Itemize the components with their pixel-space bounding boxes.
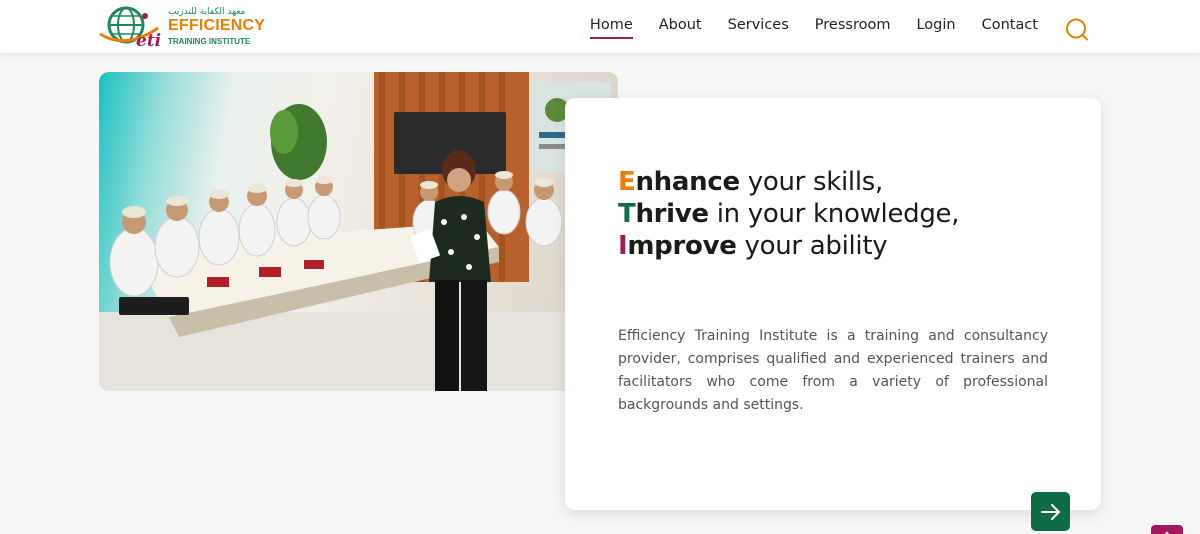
nav-item-pressroom[interactable]: Pressroom [815,17,891,33]
nav-item-login[interactable]: Login [916,17,955,33]
nav-item-contact[interactable]: Contact [982,17,1038,33]
read-more-button[interactable] [1031,492,1070,531]
site-header: eti معهد الكفاية للتدريب EFFICIENCY TRAI… [0,0,1200,53]
search-button[interactable] [1063,17,1089,43]
logo-name: EFFICIENCY [168,17,266,34]
hero-tagline: Enhance your skills, Thrive in your know… [618,166,960,262]
logo-monogram: eti [136,31,161,50]
nav-item-home[interactable]: Home [589,17,633,39]
logo[interactable]: eti معهد الكفاية للتدريب EFFICIENCY TRAI… [98,4,265,50]
scroll-to-top-button[interactable] [1151,525,1183,534]
hero-photo [99,72,618,391]
tagline-line-1: Enhance your skills, [618,167,883,197]
intro-description: Efficiency Training Institute is a train… [618,328,1048,413]
arrow-right-icon [1040,503,1060,520]
globe-logo-icon: eti [99,6,161,50]
main-nav: Home About Services Pressroom Login Cont… [564,17,1038,39]
logo-arabic-name: معهد الكفاية للتدريب [168,7,246,17]
classroom-image [99,72,618,391]
tagline-line-3: Improve your ability [618,231,888,261]
nav-item-about[interactable]: About [659,17,702,33]
chevron-up-icon [1164,531,1170,534]
search-icon [1066,18,1088,41]
tagline-line-2: Thrive in your knowledge, [618,199,960,229]
nav-item-services[interactable]: Services [728,17,789,33]
intro-card: Enhance your skills, Thrive in your know… [565,98,1101,510]
logo-subtitle: TRAINING INSTITUTE [168,37,251,46]
